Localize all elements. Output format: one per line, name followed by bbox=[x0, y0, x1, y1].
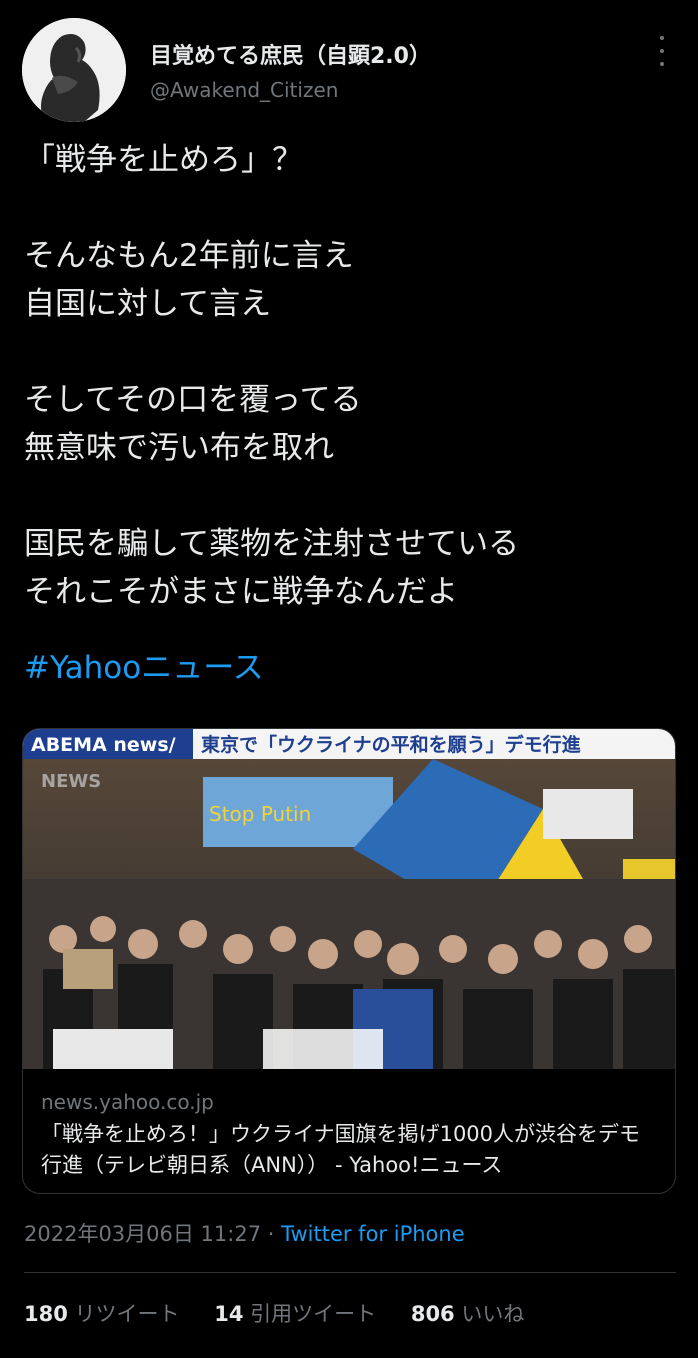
likes-stat[interactable]: 806 いいね bbox=[411, 1302, 525, 1326]
quotes-stat[interactable]: 14 引用ツイート bbox=[214, 1302, 376, 1326]
tweet-text: 「戦争を止めろ」？ そんなもん2年前に言え 自国に対して言え そしてその口を覆っ… bbox=[24, 142, 520, 610]
more-options-icon[interactable] bbox=[652, 36, 672, 66]
retweets-stat[interactable]: 180 リツイート bbox=[24, 1302, 180, 1326]
hashtag-link[interactable]: #Yahooニュース bbox=[24, 644, 264, 692]
tweet-header: 目覚めてる庶民（自顕2.0） @Awakend_Citizen bbox=[22, 18, 676, 122]
retweets-count: 180 bbox=[24, 1302, 68, 1326]
banner-caption: 東京で「ウクライナの平和を願う」デモ行進 bbox=[201, 733, 581, 756]
likes-count: 806 bbox=[410, 1302, 455, 1326]
timestamp-separator: · bbox=[261, 1222, 282, 1246]
news-watermark: NEWS bbox=[41, 771, 101, 792]
avatar[interactable] bbox=[22, 18, 126, 122]
thinker-statue-image bbox=[22, 18, 126, 122]
source-link[interactable]: Twitter for iPhone bbox=[281, 1222, 465, 1246]
author-name[interactable]: 目覚めてる庶民（自顕2.0） bbox=[150, 38, 431, 70]
retweets-label: リツイート bbox=[74, 1302, 180, 1326]
card-title[interactable]: 「戦争を止めろ！」ウクライナ国旗を掲げ1000人が渋谷をデモ行進（テレビ朝日系（… bbox=[41, 1119, 661, 1181]
link-card[interactable]: ABEMA news/ 東京で「ウクライナの平和を願う」デモ行進 NEWS St… bbox=[22, 728, 676, 1194]
tweet-stats: 180 リツイート 14 引用ツイート 806 いいね bbox=[24, 1298, 552, 1328]
likes-label: いいね bbox=[461, 1302, 525, 1326]
quotes-count: 14 bbox=[214, 1302, 244, 1326]
tweet-timestamp: 2022年03月06日 11:27 · Twitter for iPhone bbox=[24, 1218, 465, 1248]
card-domain: news.yahoo.co.jp bbox=[41, 1090, 214, 1114]
divider bbox=[24, 1272, 676, 1273]
card-meta: news.yahoo.co.jp 「戦争を止めろ！」ウクライナ国旗を掲げ1000… bbox=[41, 1087, 661, 1181]
sign-text: Stop Putin bbox=[209, 802, 311, 826]
timestamp-text[interactable]: 2022年03月06日 11:27 bbox=[24, 1222, 261, 1246]
banner-logo: ABEMA news/ bbox=[31, 734, 176, 756]
card-image: ABEMA news/ 東京で「ウクライナの平和を願う」デモ行進 NEWS St… bbox=[23, 729, 675, 1069]
author-handle[interactable]: @Awakend_Citizen bbox=[150, 78, 338, 102]
protest-photo: ABEMA news/ 東京で「ウクライナの平和を願う」デモ行進 NEWS St… bbox=[23, 729, 675, 1069]
quotes-label: 引用ツイート bbox=[250, 1302, 377, 1326]
